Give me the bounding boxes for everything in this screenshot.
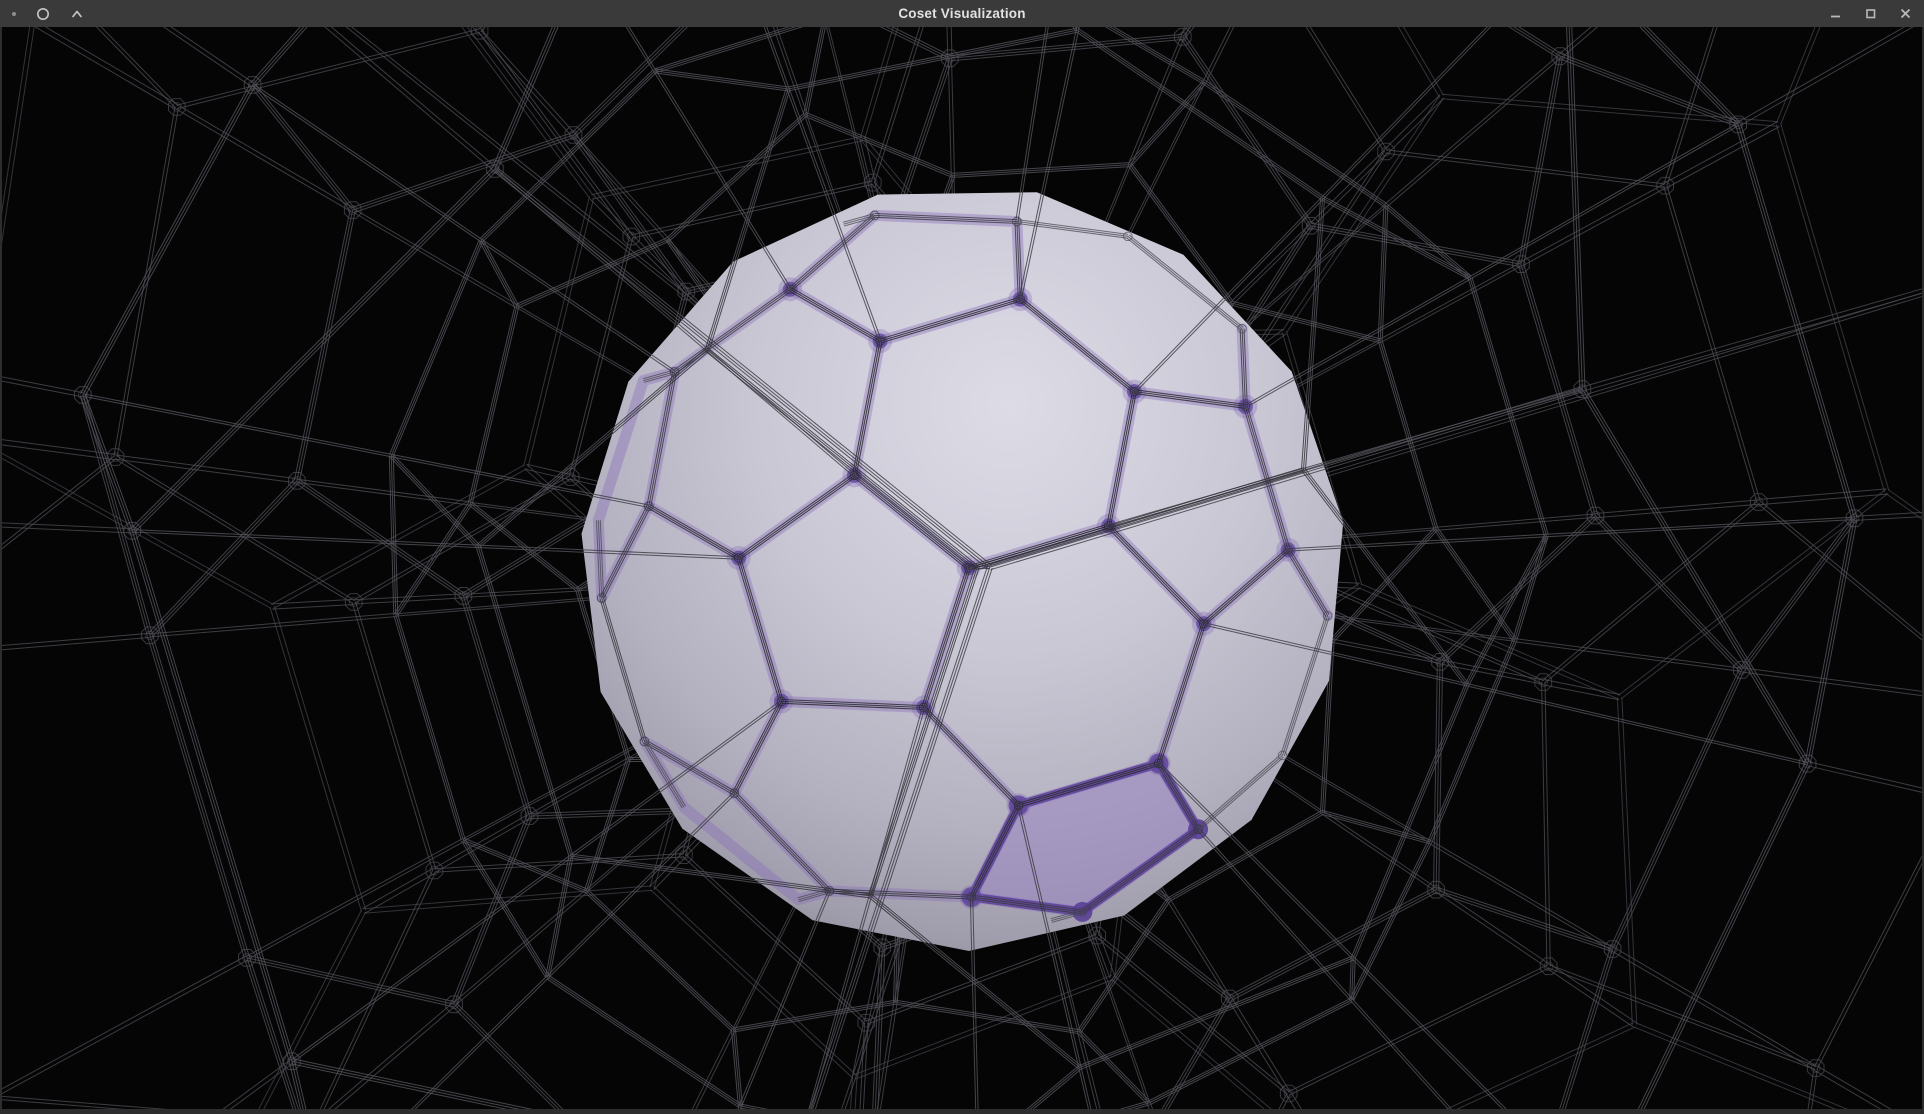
titlebar[interactable]: Coset Visualization — [0, 0, 1924, 27]
minimize-icon[interactable] — [1829, 7, 1842, 20]
close-icon[interactable] — [1899, 7, 1912, 20]
coset-graph-canvas[interactable] — [2, 27, 1922, 1109]
window-controls — [1807, 0, 1912, 27]
maximize-icon[interactable] — [1864, 7, 1877, 20]
window-title: Coset Visualization — [0, 0, 1924, 27]
viewport-3d[interactable] — [0, 27, 1924, 1114]
app-window: { "window": { "title": "Coset Visualizat… — [0, 0, 1924, 1114]
